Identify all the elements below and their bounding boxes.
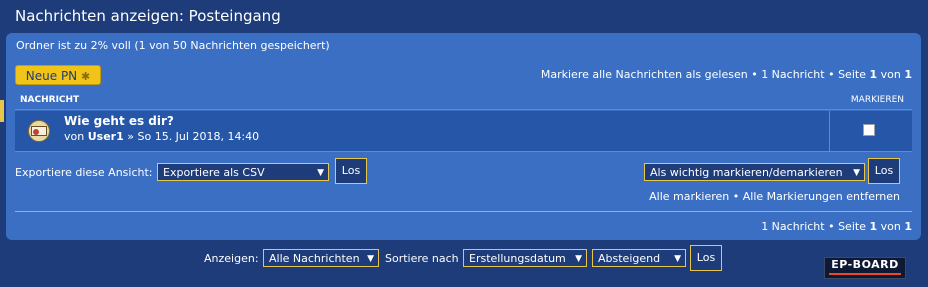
- new-pm-button[interactable]: Neue PN ✱: [15, 65, 101, 85]
- sort-label: Sortiere nach: [385, 252, 459, 265]
- chevron-down-icon: ▼: [317, 168, 324, 178]
- meta-sep: »: [127, 130, 134, 143]
- star-icon: ✱: [80, 70, 91, 83]
- mark-action-select[interactable]: Als wichtig markieren/demarkieren ▼: [644, 163, 865, 181]
- message-subject-link[interactable]: Wie geht es dir?: [64, 114, 174, 128]
- page-total: 1: [904, 220, 912, 233]
- meta-by: von: [64, 130, 85, 143]
- message-meta: von User1 » So 15. Jul 2018, 14:40: [64, 130, 259, 143]
- mark-cell: [829, 111, 912, 151]
- mark-all-read-link[interactable]: Markiere alle Nachrichten als gelesen: [541, 68, 748, 81]
- column-header-mark: MARKIEREN: [850, 95, 904, 105]
- message-date: So 15. Jul 2018, 14:40: [137, 130, 260, 143]
- folder-usage: Ordner ist zu 2% voll (1 von 50 Nachrich…: [16, 39, 330, 52]
- export-label: Exportiere diese Ansicht:: [15, 166, 153, 179]
- sort-order-value: Absteigend: [598, 252, 661, 265]
- mark-all-links: Alle markieren • Alle Markierungen entfe…: [649, 190, 900, 203]
- sort-go-button[interactable]: Los: [690, 245, 722, 271]
- chevron-down-icon: ▼: [674, 254, 681, 264]
- export-go-button[interactable]: Los: [335, 158, 367, 184]
- message-count: 1 Nachricht: [761, 220, 825, 233]
- table-row[interactable]: Wie geht es dir? von User1 » So 15. Jul …: [15, 111, 912, 152]
- sort-key-value: Erstellungsdatum: [469, 252, 566, 265]
- page-title: Nachrichten anzeigen: Posteingang: [15, 7, 281, 25]
- top-pagination: Markiere alle Nachrichten als gelesen • …: [540, 68, 912, 81]
- mark-all-link[interactable]: Alle markieren: [649, 190, 729, 203]
- mark-links-separator: •: [732, 190, 740, 203]
- chevron-down-icon: ▼: [575, 254, 582, 264]
- sort-order-select[interactable]: Absteigend ▼: [592, 249, 686, 267]
- export-format-select[interactable]: Exportiere als CSV ▼: [157, 163, 329, 181]
- show-label: Anzeigen:: [204, 252, 259, 265]
- mark-checkbox[interactable]: [863, 124, 875, 136]
- divider: [15, 211, 912, 212]
- export-format-value: Exportiere als CSV: [163, 166, 265, 179]
- chevron-down-icon: ▼: [853, 168, 860, 178]
- page-of: von: [880, 68, 901, 81]
- page-label: Seite: [838, 220, 866, 233]
- page-of: von: [880, 220, 901, 233]
- left-accent-bar: [0, 100, 4, 122]
- logo-text: EP-BOARD: [831, 258, 899, 271]
- page-current: 1: [869, 68, 878, 81]
- sort-key-select[interactable]: Erstellungsdatum ▼: [463, 249, 587, 267]
- column-header-message: NACHRICHT: [20, 95, 80, 105]
- message-author-link[interactable]: User1: [88, 130, 124, 143]
- show-filter-value: Alle Nachrichten: [269, 252, 360, 265]
- table-header: NACHRICHT MARKIEREN: [15, 93, 912, 110]
- chevron-down-icon: ▼: [367, 254, 374, 264]
- page-current: 1: [869, 220, 878, 233]
- show-filter-select[interactable]: Alle Nachrichten ▼: [263, 249, 379, 267]
- bottom-pagination: 1 Nachricht • Seite 1 von 1: [761, 220, 912, 233]
- unread-message-icon: [28, 120, 50, 142]
- ep-board-logo: EP-BOARD: [824, 257, 906, 279]
- new-pm-label: Neue PN: [25, 69, 78, 83]
- mark-action-value: Als wichtig markieren/demarkieren: [650, 166, 843, 179]
- page-label: Seite: [838, 68, 866, 81]
- unmark-all-link[interactable]: Alle Markierungen entfernen: [743, 190, 900, 203]
- message-count: 1 Nachricht: [761, 68, 825, 81]
- page-total: 1: [904, 68, 912, 81]
- inbox-panel: Ordner ist zu 2% voll (1 von 50 Nachrich…: [6, 33, 921, 240]
- mark-go-button[interactable]: Los: [868, 158, 900, 184]
